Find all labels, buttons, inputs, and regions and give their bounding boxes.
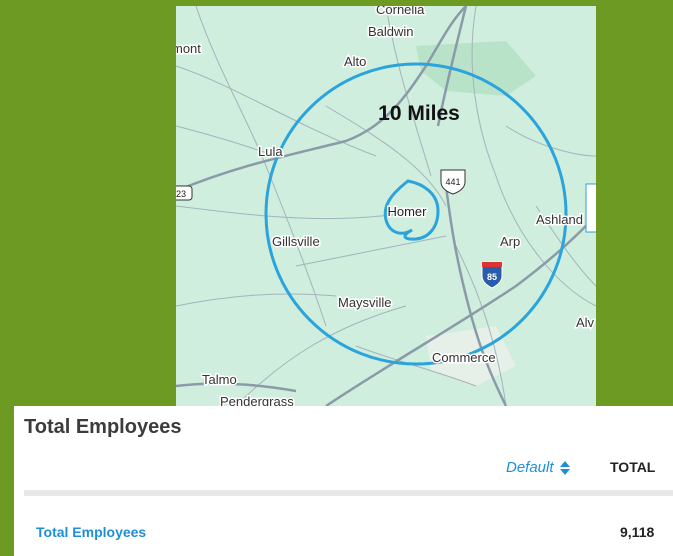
place-label-lula: Lula: [258, 144, 283, 159]
divider: [24, 490, 673, 496]
employees-panel: Total Employees Default TOTAL Total Empl…: [14, 406, 673, 556]
place-label-commerce: Commerce: [432, 350, 496, 365]
sort-label: Default: [506, 459, 554, 476]
column-header-total[interactable]: TOTAL: [610, 459, 655, 475]
sort-updown-icon: [559, 460, 570, 475]
place-label-mont: mont: [176, 41, 201, 56]
svg-text:441: 441: [445, 177, 460, 187]
radius-label: 10 Miles: [378, 102, 460, 125]
place-label-pendergrass: Pendergrass: [220, 394, 294, 406]
place-label-cornelia: Cornelia: [376, 6, 425, 17]
place-label-alto: Alto: [344, 54, 366, 69]
route-23-shield: 23: [176, 185, 193, 201]
map-canvas: 441 85 23 Cornelia Baldwin mont Alto Lul…: [176, 6, 596, 406]
place-label-talmo: Talmo: [202, 372, 237, 387]
place-label-gillsville: Gillsville: [272, 234, 320, 249]
row-label-total-employees[interactable]: Total Employees: [36, 524, 146, 540]
svg-text:85: 85: [487, 272, 497, 282]
place-label-alv: Alv: [576, 315, 595, 330]
place-label-ashland: Ashland: [536, 212, 583, 227]
panel-title: Total Employees: [24, 416, 182, 438]
sort-dropdown[interactable]: Default: [506, 459, 570, 476]
place-label-maysville: Maysville: [338, 295, 391, 310]
svg-text:23: 23: [176, 189, 186, 199]
place-label-homer: Homer: [387, 204, 427, 219]
place-label-baldwin: Baldwin: [368, 24, 414, 39]
row-value-total-employees: 9,118: [620, 524, 655, 540]
map-view[interactable]: 441 85 23 Cornelia Baldwin mont Alto Lul…: [176, 6, 596, 406]
place-label-arp: Arp: [500, 234, 520, 249]
